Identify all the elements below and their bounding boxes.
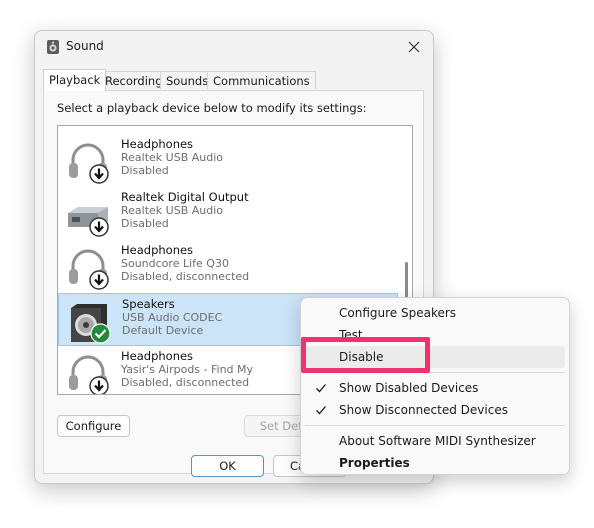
- menu-item-properties[interactable]: Properties: [305, 452, 565, 474]
- close-icon: [408, 41, 420, 53]
- menu-item-show-disabled-devices[interactable]: Show Disabled Devices: [305, 377, 565, 399]
- down-arrow-icon: [89, 217, 109, 237]
- device-driver: USB Audio CODEC: [122, 311, 223, 324]
- speaker-icon: [47, 40, 59, 54]
- window-title: Sound: [66, 39, 104, 53]
- device-item-partial[interactable]: [58, 125, 398, 131]
- configure-button[interactable]: Configure: [57, 415, 130, 437]
- close-button[interactable]: [401, 35, 427, 59]
- menu-item-label: Show Disabled Devices: [339, 381, 479, 395]
- device-driver: Realtek USB Audio: [121, 204, 224, 217]
- tab-communications[interactable]: Communications: [207, 71, 316, 89]
- down-arrow-icon: [89, 164, 109, 184]
- down-arrow-icon: [89, 270, 109, 290]
- device-status: Disabled, disconnected: [121, 270, 250, 283]
- check-icon: [90, 323, 111, 344]
- menu-item-configure-speakers[interactable]: Configure Speakers: [305, 302, 565, 324]
- device-item[interactable]: Headphones Soundcore Life Q30 Disabled, …: [58, 240, 398, 293]
- device-status: Disabled: [121, 217, 169, 230]
- menu-item-label: About Software MIDI Synthesizer: [339, 434, 536, 448]
- device-driver: Realtek USB Audio: [121, 151, 224, 164]
- device-item[interactable]: Realtek Digital Output Realtek USB Audio…: [58, 187, 398, 240]
- device-status: Disabled: [121, 164, 169, 177]
- headphones-icon: [66, 125, 110, 128]
- down-arrow-icon: [89, 376, 109, 394]
- device-name: Headphones: [121, 243, 194, 257]
- menu-item-label: Configure Speakers: [339, 306, 457, 320]
- device-status: Default Device: [122, 324, 204, 337]
- instruction-text: Select a playback device below to modify…: [57, 101, 367, 115]
- menu-separator: [305, 425, 565, 426]
- tab-recording[interactable]: Recording: [99, 71, 169, 89]
- device-driver: Yasir's Airpods - Find My: [121, 363, 254, 376]
- device-name: Headphones: [121, 349, 194, 363]
- menu-item-show-disconnected-devices[interactable]: Show Disconnected Devices: [305, 399, 565, 421]
- context-menu: Configure Speakers Test Disable Show Dis…: [300, 297, 570, 475]
- menu-item-label: Properties: [339, 456, 410, 470]
- check-icon: [316, 384, 326, 393]
- menu-item-about-midi-synthesizer[interactable]: About Software MIDI Synthesizer: [305, 430, 565, 452]
- check-icon: [316, 406, 326, 415]
- title-bar: Sound: [35, 31, 433, 63]
- ok-button[interactable]: OK: [191, 455, 264, 477]
- menu-item-label: Show Disconnected Devices: [339, 403, 508, 417]
- device-name: Speakers: [122, 297, 175, 311]
- tab-playback[interactable]: Playback: [43, 69, 107, 91]
- device-name: Realtek Digital Output: [121, 190, 249, 204]
- device-status: Disabled, disconnected: [121, 376, 250, 389]
- annotation-highlight-box: [301, 337, 430, 373]
- device-name: Headphones: [121, 137, 194, 151]
- device-driver: Soundcore Life Q30: [121, 257, 229, 270]
- device-item[interactable]: Headphones Realtek USB Audio Disabled: [58, 134, 398, 187]
